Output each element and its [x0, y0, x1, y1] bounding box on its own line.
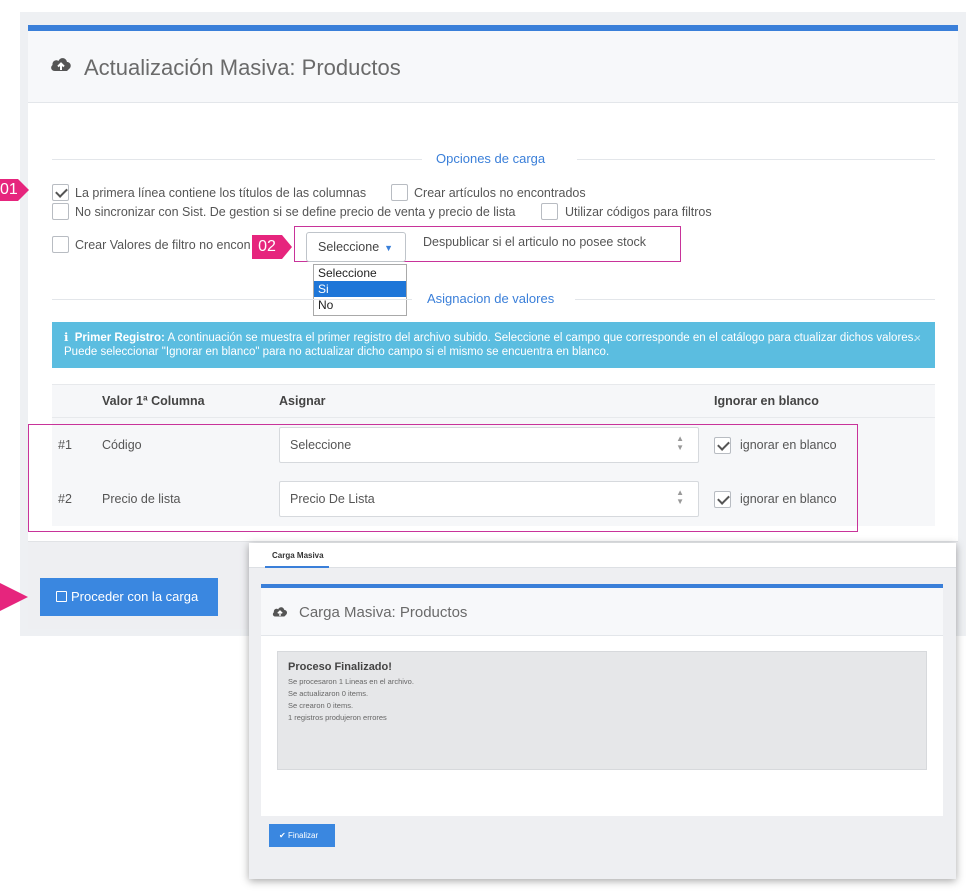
- unpublish-select-value: Seleccione: [318, 240, 380, 254]
- proceed-button-label: Proceder con la carga: [71, 589, 199, 604]
- section-divider: [577, 159, 935, 160]
- option-checkbox-codes-filters[interactable]: [541, 203, 558, 220]
- info-icon: ℹ: [64, 332, 69, 344]
- result-box: Proceso Finalizado! Se procesaron 1 Line…: [277, 651, 927, 770]
- option-checkbox-create-articles[interactable]: [391, 184, 408, 201]
- option-checkbox-first-line-titles[interactable]: [52, 184, 69, 201]
- column-header-ignore: Ignorar en blanco: [714, 394, 819, 408]
- unpublish-dropdown-list: Seleccione Si No: [313, 264, 407, 316]
- proceed-button[interactable]: Proceder con la carga: [40, 578, 218, 616]
- tab-carga-masiva[interactable]: Carga Masiva: [265, 543, 329, 568]
- close-icon[interactable]: ×: [914, 331, 921, 345]
- option-label: No sincronizar con Sist. De gestion si s…: [75, 205, 516, 219]
- section-divider: [575, 299, 935, 300]
- section-divider: [52, 299, 412, 300]
- finalize-button[interactable]: ✔ Finalizar: [269, 824, 335, 847]
- marker-arrow: [18, 179, 29, 201]
- alert-text: A continuación se muestra el primer regi…: [64, 332, 917, 358]
- check-icon: ✔: [279, 831, 286, 840]
- inset-footer: [261, 816, 943, 858]
- inset-title: Carga Masiva: Productos: [299, 604, 468, 621]
- unpublish-select[interactable]: Seleccione ▼: [306, 232, 406, 262]
- option-label: Utilizar códigos para filtros: [565, 205, 712, 219]
- step-marker-01: 01: [0, 179, 18, 201]
- result-line: Se crearon 0 items.: [288, 701, 354, 710]
- column-header-assign: Asignar: [279, 394, 326, 408]
- unpublish-label: Despublicar si el articulo no posee stoc…: [423, 235, 647, 249]
- step-marker-02: 02: [252, 235, 282, 259]
- highlight-outline: [28, 424, 858, 532]
- option-label: La primera línea contiene los títulos de…: [75, 186, 367, 200]
- result-line: Se procesaron 1 Lineas en el archivo.: [288, 677, 414, 686]
- pointer-arrow: [0, 583, 28, 611]
- finalize-button-label: Finalizar: [287, 831, 319, 840]
- marker-arrow: [282, 235, 292, 259]
- section-divider: [52, 159, 422, 160]
- cloud-upload-icon: [51, 58, 71, 71]
- page-title: Actualización Masiva: Productos: [84, 55, 401, 80]
- option-checkbox-no-sync[interactable]: [52, 203, 69, 220]
- save-icon: [56, 591, 67, 602]
- option-checkbox-create-filter-values[interactable]: [52, 236, 69, 253]
- alert-strong: Primer Registro:: [74, 332, 165, 344]
- cloud-upload-icon: [272, 607, 288, 617]
- result-line: 1 registros produjeron errores: [288, 713, 387, 722]
- section-title-assign: Asignacion de valores: [427, 291, 555, 306]
- info-alert: ℹ Primer Registro: A continuación se mue…: [52, 322, 935, 368]
- section-title-options: Opciones de carga: [436, 151, 546, 166]
- dropdown-option-si[interactable]: Si: [314, 281, 406, 297]
- option-label: Crear artículos no encontrados: [414, 186, 586, 200]
- column-header-value: Valor 1ª Columna: [102, 394, 205, 408]
- result-title: Proceso Finalizado!: [288, 661, 392, 673]
- result-line: Se actualizaron 0 items.: [288, 689, 369, 698]
- inset-tab-bar: [249, 543, 956, 568]
- option-label: Crear Valores de filtro no encon: [75, 238, 251, 252]
- caret-down-icon: ▼: [384, 243, 393, 253]
- dropdown-option-seleccione[interactable]: Seleccione: [314, 265, 406, 281]
